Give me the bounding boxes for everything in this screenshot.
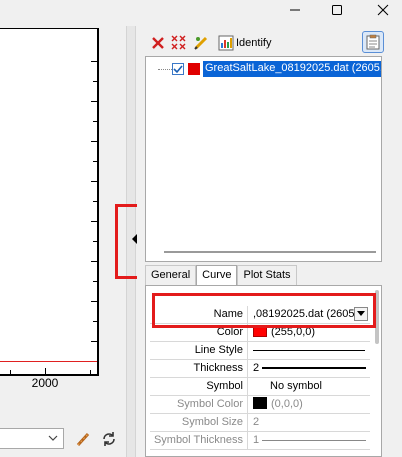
property-row-name[interactable]: Name ,08192025.dat (2605 <box>150 306 370 324</box>
edit-button[interactable] <box>192 34 210 52</box>
properties-scrollbar[interactable] <box>375 290 379 344</box>
property-label: Symbol Color <box>150 396 248 414</box>
identify-button[interactable]: Identify <box>218 34 271 52</box>
property-value-cell[interactable]: 1 <box>250 432 370 450</box>
property-grid: Name ,08192025.dat (2605 Color (255,0,0)… <box>150 306 370 450</box>
x-tick-label: 2000 <box>31 376 59 390</box>
property-row-thickness[interactable]: Thickness 2 <box>150 360 370 378</box>
tab-curve[interactable]: Curve <box>196 265 238 285</box>
layer-item-label[interactable]: GreatSaltLake_08192025.dat (2605,775 <box>203 61 381 77</box>
thickness-preview <box>262 367 367 370</box>
layer-visibility-checkbox[interactable] <box>172 63 184 75</box>
property-label: Line Style <box>150 342 248 360</box>
line-style-line <box>253 349 365 351</box>
property-value: 2 <box>253 362 260 374</box>
remove-all-icon <box>171 35 186 50</box>
properties-button[interactable] <box>362 31 384 53</box>
plot-canvas[interactable] <box>0 28 99 376</box>
edit-icon <box>194 36 208 50</box>
property-value: (255,0,0) <box>271 326 316 338</box>
property-value-cell[interactable]: 2 <box>250 360 370 378</box>
property-row-symbol[interactable]: Symbol No symbol <box>150 378 370 396</box>
refresh-button[interactable] <box>100 430 118 448</box>
close-button[interactable] <box>368 0 398 20</box>
tab-general[interactable]: General <box>145 265 197 285</box>
maximize-button[interactable] <box>322 0 352 20</box>
property-label: Color <box>150 324 248 342</box>
pen-tool-button[interactable] <box>74 430 92 448</box>
name-dropdown-button[interactable] <box>354 307 368 321</box>
maximize-icon <box>332 5 342 15</box>
property-row-symbol-thickness[interactable]: Symbol Thickness 1 <box>150 432 370 450</box>
line-style-preview[interactable] <box>250 342 370 360</box>
property-label: Symbol Size <box>150 414 248 432</box>
chevron-down-icon <box>357 311 365 316</box>
close-icon <box>377 4 389 16</box>
property-value-cell[interactable]: 2 <box>250 414 370 432</box>
remove-button[interactable] <box>149 34 167 52</box>
pen-icon <box>76 432 90 447</box>
property-value-cell[interactable]: (0,0,0) <box>250 396 370 414</box>
horizontal-scrollbar[interactable] <box>164 251 376 253</box>
property-label: Name <box>150 306 248 324</box>
property-value: 2 <box>253 416 260 428</box>
layer-tree[interactable]: GreatSaltLake_08192025.dat (2605,775 <box>145 56 382 262</box>
color-swatch <box>253 397 267 409</box>
minimize-button[interactable] <box>280 0 310 20</box>
identify-label: Identify <box>236 37 272 49</box>
property-value: (0,0,0) <box>271 398 303 410</box>
minimize-icon <box>290 9 300 11</box>
property-row-symbol-size[interactable]: Symbol Size 2 <box>150 414 370 432</box>
property-label: Symbol <box>150 378 248 396</box>
chevron-down-icon <box>48 435 58 441</box>
property-label: Symbol Thickness <box>150 432 248 450</box>
data-curve <box>0 361 97 362</box>
layer-color-swatch <box>188 63 200 75</box>
property-row-symbol-color[interactable]: Symbol Color (0,0,0) <box>150 396 370 414</box>
remove-all-button[interactable] <box>170 34 188 52</box>
name-field[interactable]: ,08192025.dat (2605 <box>250 306 370 324</box>
property-value-cell[interactable]: (255,0,0) <box>250 324 370 342</box>
remove-icon <box>152 37 164 49</box>
property-row-color[interactable]: Color (255,0,0) <box>150 324 370 342</box>
refresh-icon <box>103 432 115 446</box>
property-value: ,08192025.dat (2605 <box>253 308 355 320</box>
color-swatch <box>253 325 267 337</box>
thickness-preview <box>262 439 367 441</box>
property-value: 1 <box>253 434 260 446</box>
property-value: No symbol <box>270 380 322 392</box>
properties-icon <box>366 34 380 50</box>
plot-selector-dropdown[interactable] <box>0 428 64 449</box>
property-value-cell[interactable]: No symbol <box>250 378 370 396</box>
property-row-line-style[interactable]: Line Style <box>150 342 370 360</box>
property-label: Thickness <box>150 360 248 378</box>
identify-icon <box>218 35 234 51</box>
tab-plot-stats[interactable]: Plot Stats <box>237 265 297 285</box>
property-tabs: General Curve Plot Stats <box>145 265 297 285</box>
checkmark-icon <box>173 65 183 74</box>
